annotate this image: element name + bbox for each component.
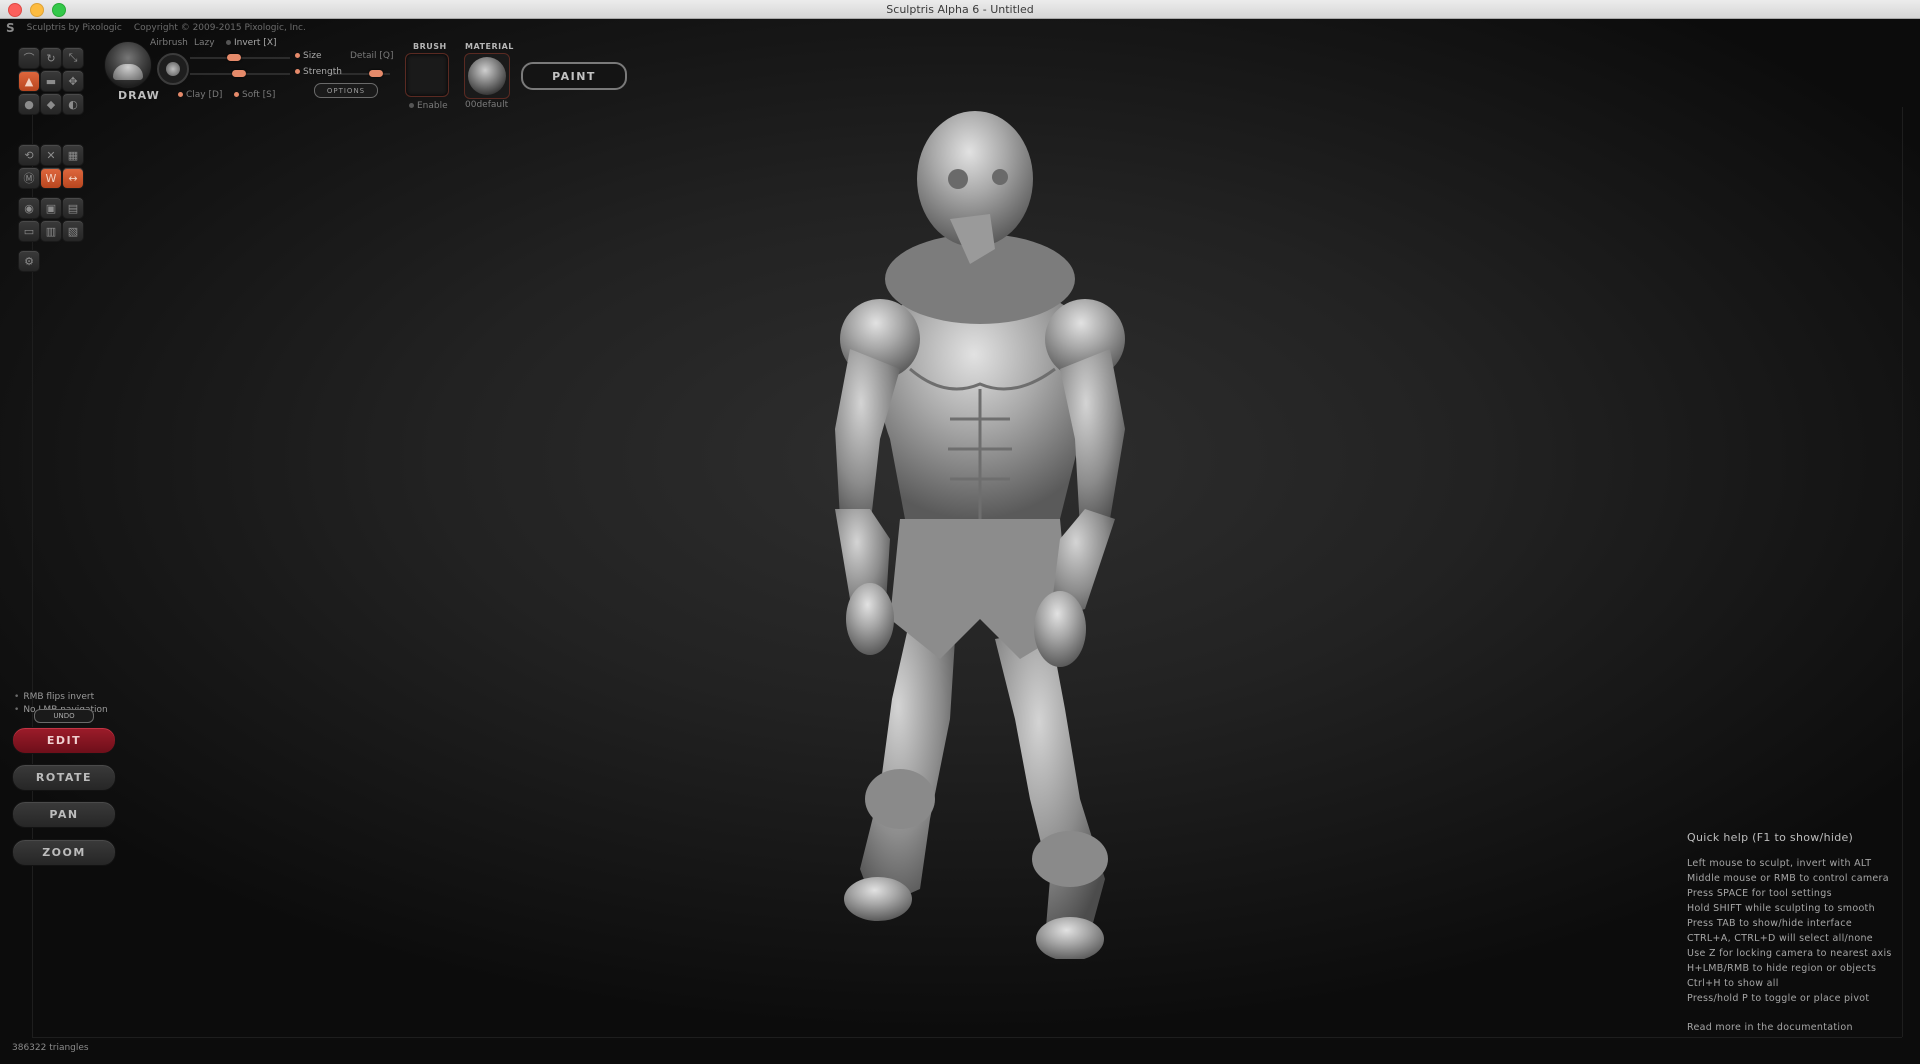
material-name: 00default	[465, 100, 509, 110]
tool-folder-icon[interactable]: ▤	[62, 197, 84, 219]
frame-left-line	[32, 107, 33, 1037]
model-figure-icon	[835, 111, 1125, 961]
brush-texture-slot[interactable]	[405, 53, 449, 97]
close-window-button[interactable]	[8, 3, 22, 17]
copyright: Copyright © 2009-2015 Pixologic, Inc.	[133, 23, 306, 33]
detail-slider-knob[interactable]	[369, 70, 383, 77]
help-line: Press/hold P to toggle or place pivot	[1687, 993, 1870, 1004]
detail-option[interactable]: Detail [Q]	[350, 51, 393, 61]
strength-option[interactable]: Strength	[295, 67, 342, 77]
tool-grab-icon[interactable]: ✥	[62, 70, 84, 92]
tool-plane-icon[interactable]: ▭	[18, 220, 40, 242]
tool-pinch-icon[interactable]: ◆	[40, 93, 62, 115]
window-controls	[8, 3, 66, 17]
tool-camera-icon[interactable]: ▣	[40, 197, 62, 219]
window-title: Sculptris Alpha 6 - Untitled	[886, 2, 1034, 16]
maximize-window-button[interactable]	[52, 3, 66, 17]
clay-label: Clay [D]	[186, 90, 223, 100]
soft-option[interactable]: Soft [S]	[234, 90, 275, 100]
brush-box-title: BRUSH	[413, 42, 447, 51]
size-slider-knob[interactable]	[227, 54, 241, 61]
invert-label: Invert [X]	[234, 38, 277, 48]
app-bar: S Sculptris by Pixologic Copyright © 200…	[6, 21, 306, 35]
help-line: H+LMB/RMB to hide region or objects	[1687, 963, 1877, 974]
help-line: Use Z for locking camera to nearest axis	[1687, 948, 1892, 959]
frame-bottom-line	[32, 1037, 1902, 1038]
edit-button[interactable]: EDIT	[12, 727, 116, 754]
tool-mask-icon[interactable]: Ⓜ	[18, 167, 40, 189]
pan-button[interactable]: PAN	[12, 801, 116, 828]
tool-scale-icon[interactable]: ⤡	[62, 47, 84, 69]
help-line: Press SPACE for tool settings	[1687, 888, 1832, 899]
help-line: Left mouse to sculpt, invert with ALT	[1687, 858, 1872, 869]
material-sphere-icon	[468, 57, 506, 95]
material-box-title: MATERIAL	[465, 42, 514, 51]
quick-help-panel: Quick help (F1 to show/hide) Left mouse …	[1687, 831, 1917, 1033]
lazy-toggle[interactable]: Lazy	[194, 38, 215, 48]
enable-label: Enable	[417, 101, 448, 111]
app-name: Sculptris by Pixologic	[26, 23, 122, 33]
brush-enable-toggle[interactable]: Enable	[409, 101, 448, 111]
sculptris-logo-icon: S	[6, 21, 15, 35]
help-line: Middle mouse or RMB to control camera	[1687, 873, 1889, 884]
tool-export-icon[interactable]: ▧	[62, 220, 84, 242]
tool-crease-icon[interactable]: ⌒	[18, 47, 40, 69]
zoom-button[interactable]: ZOOM	[12, 839, 116, 866]
soft-label: Soft [S]	[242, 90, 276, 100]
brush-falloff-icon[interactable]	[157, 53, 189, 85]
rmb-hint-label: RMB flips invert	[23, 692, 95, 702]
airbrush-toggle[interactable]: Airbrush	[150, 38, 188, 48]
tool-save-icon[interactable]: ▥	[40, 220, 62, 242]
strength-label: Strength	[303, 67, 342, 77]
tool-symmetry-toggle-icon[interactable]: ↔	[62, 167, 84, 189]
help-line: Hold SHIFT while sculpting to smooth	[1687, 903, 1875, 914]
size-label: Size	[303, 51, 322, 61]
invert-toggle[interactable]: Invert [X]	[226, 38, 277, 48]
minimize-window-button[interactable]	[30, 3, 44, 17]
tool-settings-icon[interactable]: ⚙	[18, 250, 40, 272]
options-button[interactable]: OPTIONS	[314, 83, 378, 98]
tool-wireframe-icon[interactable]: ✕	[40, 144, 62, 166]
sculpt-viewport[interactable]: S Sculptris by Pixologic Copyright © 200…	[0, 19, 1920, 1064]
quick-help-title: Quick help (F1 to show/hide)	[1687, 831, 1854, 844]
size-option[interactable]: Size	[295, 51, 321, 61]
tool-sphere-icon[interactable]: ◉	[18, 197, 40, 219]
rmb-hint[interactable]: • RMB flips invert	[14, 692, 94, 702]
tool-flatten-icon[interactable]: ▬	[40, 70, 62, 92]
material-slot[interactable]	[464, 53, 510, 99]
strength-slider-knob[interactable]	[232, 70, 246, 77]
tool-rotate-icon[interactable]: ↻	[40, 47, 62, 69]
sculpt-model[interactable]	[780, 99, 1160, 961]
clay-option[interactable]: Clay [D]	[178, 90, 222, 100]
paint-button[interactable]: PAINT	[521, 62, 627, 90]
title-bar: Sculptris Alpha 6 - Untitled	[0, 0, 1920, 19]
triangle-count: 386322 triangles	[12, 1043, 89, 1053]
help-line: CTRL+A, CTRL+D will select all/none	[1687, 933, 1873, 944]
tool-mirror-icon[interactable]: W	[40, 167, 62, 189]
help-line: Ctrl+H to show all	[1687, 978, 1779, 989]
tool-smooth-icon[interactable]: ◐	[62, 93, 84, 115]
tool-grid-icon[interactable]: ▦	[62, 144, 84, 166]
help-line: Press TAB to show/hide interface	[1687, 918, 1852, 929]
documentation-link[interactable]: Read more in the documentation	[1687, 1022, 1917, 1033]
tool-inflate-icon[interactable]: ●	[18, 93, 40, 115]
brush-preview-icon[interactable]	[104, 41, 152, 89]
rotate-button[interactable]: ROTATE	[12, 764, 116, 791]
brush-mode-label: DRAW	[118, 89, 160, 102]
undo-button[interactable]: UNDO	[34, 709, 94, 723]
tool-symmetry-icon[interactable]: ⟲	[18, 144, 40, 166]
tool-draw-icon[interactable]: ▲	[18, 70, 40, 92]
